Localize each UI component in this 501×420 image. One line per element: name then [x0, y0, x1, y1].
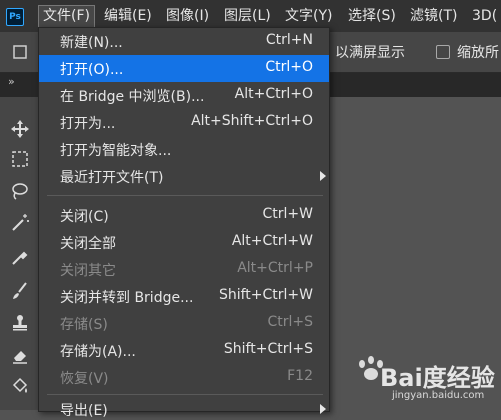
lasso-tool-icon[interactable] [10, 181, 30, 201]
menu-item-shortcut: Alt+Shift+Ctrl+O [191, 113, 313, 129]
menu-item-save-as[interactable]: 存储为(A)... Shift+Ctrl+S [39, 337, 329, 364]
menu-layer[interactable]: 图层(L) [220, 5, 275, 27]
menu-item-new[interactable]: 新建(N)... Ctrl+N [39, 28, 329, 55]
menu-edit[interactable]: 编辑(E) [100, 5, 156, 27]
menu-item-shortcut: Alt+Ctrl+P [237, 260, 313, 276]
menu-item-label: 在 Bridge 中浏览(B)... [60, 89, 205, 105]
menu-item-label: 导出(E) [60, 403, 108, 419]
menu-item-label: 关闭(C) [60, 209, 109, 225]
menu-item-label: 恢复(V) [60, 371, 109, 387]
menu-item-shortcut: Ctrl+W [262, 206, 313, 222]
menu-item-revert: 恢复(V) F12 [39, 364, 329, 391]
menu-item-close-others: 关闭其它 Alt+Ctrl+P [39, 256, 329, 283]
stamp-tool-icon[interactable] [10, 313, 30, 333]
menu-item-close-and-go-to-bridge[interactable]: 关闭并转到 Bridge... Shift+Ctrl+W [39, 283, 329, 310]
collapse-panels-icon[interactable]: » [8, 75, 15, 88]
menu-item-export[interactable]: 导出(E) [39, 392, 329, 419]
menu-item-recent-files[interactable]: 最近打开文件(T) [39, 163, 329, 190]
submenu-arrow-icon [320, 404, 326, 414]
eyedropper-tool-icon[interactable] [10, 247, 30, 267]
submenu-arrow-icon [320, 171, 326, 181]
menu-item-browse-in-bridge[interactable]: 在 Bridge 中浏览(B)... Alt+Ctrl+O [39, 82, 329, 109]
fill-screen-button[interactable]: 以满屏显示 [335, 42, 405, 62]
watermark-url: jingyan.baidu.com [392, 390, 485, 401]
menu-separator [47, 195, 323, 196]
menu-item-open-as[interactable]: 打开为... Alt+Shift+Ctrl+O [39, 109, 329, 136]
magic-wand-tool-icon[interactable] [10, 213, 30, 233]
brush-tool-icon[interactable] [10, 281, 30, 301]
menu-item-shortcut: Shift+Ctrl+W [218, 287, 313, 303]
menu-item-label: 关闭并转到 Bridge... [60, 290, 194, 306]
paint-bucket-tool-icon[interactable] [10, 377, 30, 397]
file-menu-dropdown: 新建(N)... Ctrl+N 打开(O)... Ctrl+O 在 Bridge… [38, 27, 330, 419]
menu-item-label: 最近打开文件(T) [60, 170, 164, 186]
tool-preset-icon[interactable] [12, 44, 28, 60]
zoom-all-label: 缩放所 [457, 45, 499, 61]
menu-item-label: 关闭其它 [60, 263, 116, 279]
watermark-brand: Bai度经验 [380, 364, 495, 392]
menu-filter[interactable]: 滤镜(T) [406, 5, 461, 27]
menu-item-shortcut: Ctrl+S [267, 314, 313, 330]
menu-item-label: 新建(N)... [60, 35, 123, 51]
menu-item-label: 打开为智能对象... [60, 143, 172, 159]
menu-image[interactable]: 图像(I) [162, 5, 213, 27]
menu-3d[interactable]: 3D( [468, 5, 501, 27]
menu-item-close-all[interactable]: 关闭全部 Alt+Ctrl+W [39, 229, 329, 256]
menu-item-shortcut: Shift+Ctrl+S [223, 341, 313, 357]
eraser-tool-icon[interactable] [10, 345, 30, 365]
menu-item-shortcut: Ctrl+N [265, 32, 313, 48]
photoshop-logo-icon[interactable]: Ps [6, 8, 24, 26]
menu-item-save: 存储(S) Ctrl+S [39, 310, 329, 337]
menu-item-shortcut: Ctrl+O [265, 59, 313, 75]
menu-select[interactable]: 选择(S) [344, 5, 400, 27]
menu-item-shortcut: Alt+Ctrl+O [234, 86, 313, 102]
menu-item-close[interactable]: 关闭(C) Ctrl+W [39, 202, 329, 229]
menu-file[interactable]: 文件(F) [38, 5, 95, 29]
menu-item-label: 打开为... [60, 116, 116, 132]
marquee-tool-icon[interactable] [10, 149, 30, 169]
menu-item-label: 打开(O)... [60, 62, 124, 78]
move-tool-icon[interactable] [10, 119, 30, 139]
menu-item-open-as-smart-object[interactable]: 打开为智能对象... [39, 136, 329, 163]
menu-type[interactable]: 文字(Y) [281, 5, 336, 27]
tools-panel [0, 97, 38, 410]
menu-item-label: 存储为(A)... [60, 344, 136, 360]
menu-item-open[interactable]: 打开(O)... Ctrl+O [39, 55, 329, 82]
menu-item-shortcut: Alt+Ctrl+W [231, 233, 313, 249]
menu-item-label: 关闭全部 [60, 236, 116, 252]
menu-item-shortcut: F12 [287, 368, 313, 384]
zoom-all-checkbox[interactable] [436, 45, 450, 59]
menu-item-label: 存储(S) [60, 317, 108, 333]
